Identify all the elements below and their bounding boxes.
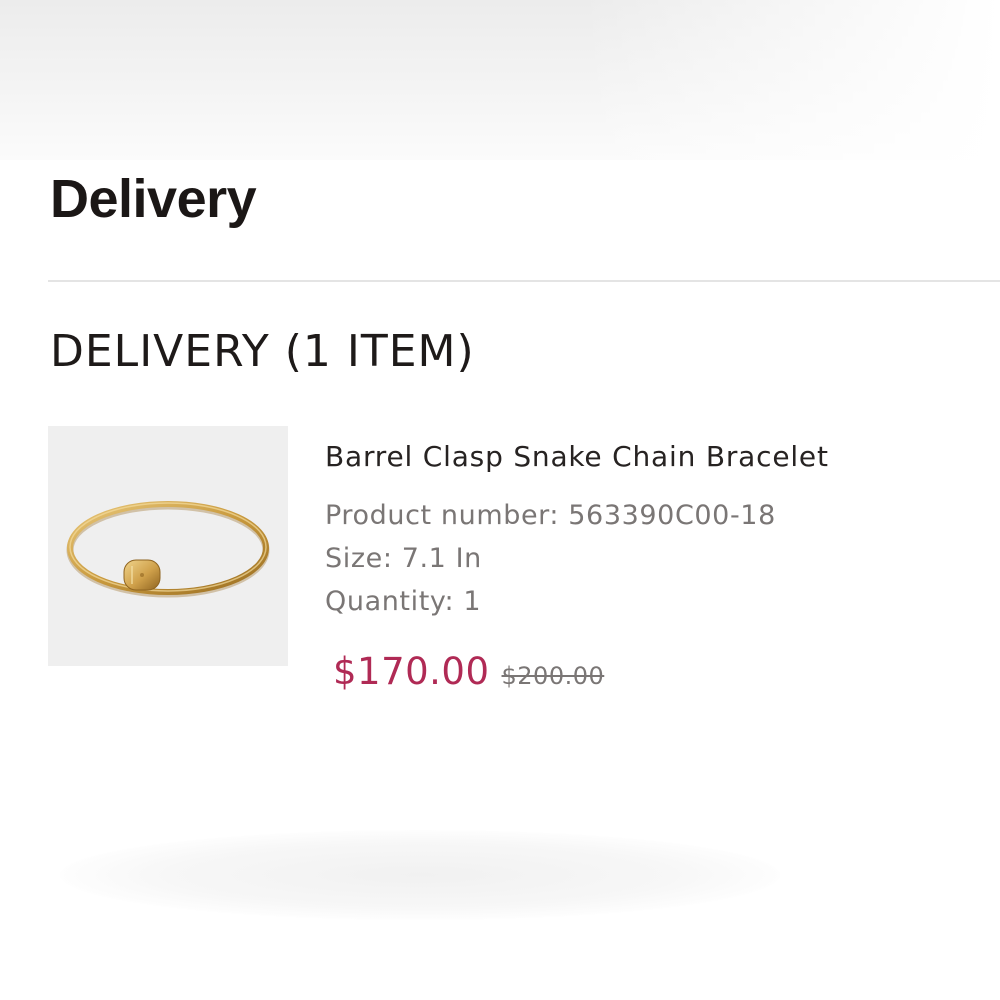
product-number: Product number: 563390C00-18 [325, 500, 776, 531]
product-size: Size: 7.1 In [325, 543, 482, 574]
gold-bracelet-icon [66, 501, 270, 598]
page-title: Delivery [50, 169, 257, 229]
delivery-section-title: DELIVERY (1 ITEM) [50, 326, 475, 377]
original-price: $200.00 [501, 662, 605, 690]
product-quantity: Quantity: 1 [325, 586, 482, 617]
divider [48, 280, 1000, 282]
bottom-blur-backdrop [60, 830, 780, 920]
top-blur-backdrop [0, 0, 1000, 160]
sale-price: $170.00 [333, 650, 490, 693]
product-name-link[interactable]: Barrel Clasp Snake Chain Bracelet [325, 440, 829, 473]
product-thumbnail[interactable] [48, 426, 288, 666]
price-row: $170.00 $200.00 [333, 650, 604, 693]
delivery-page: Delivery DELIVERY (1 ITEM) Barrel Clasp … [0, 0, 1000, 1000]
